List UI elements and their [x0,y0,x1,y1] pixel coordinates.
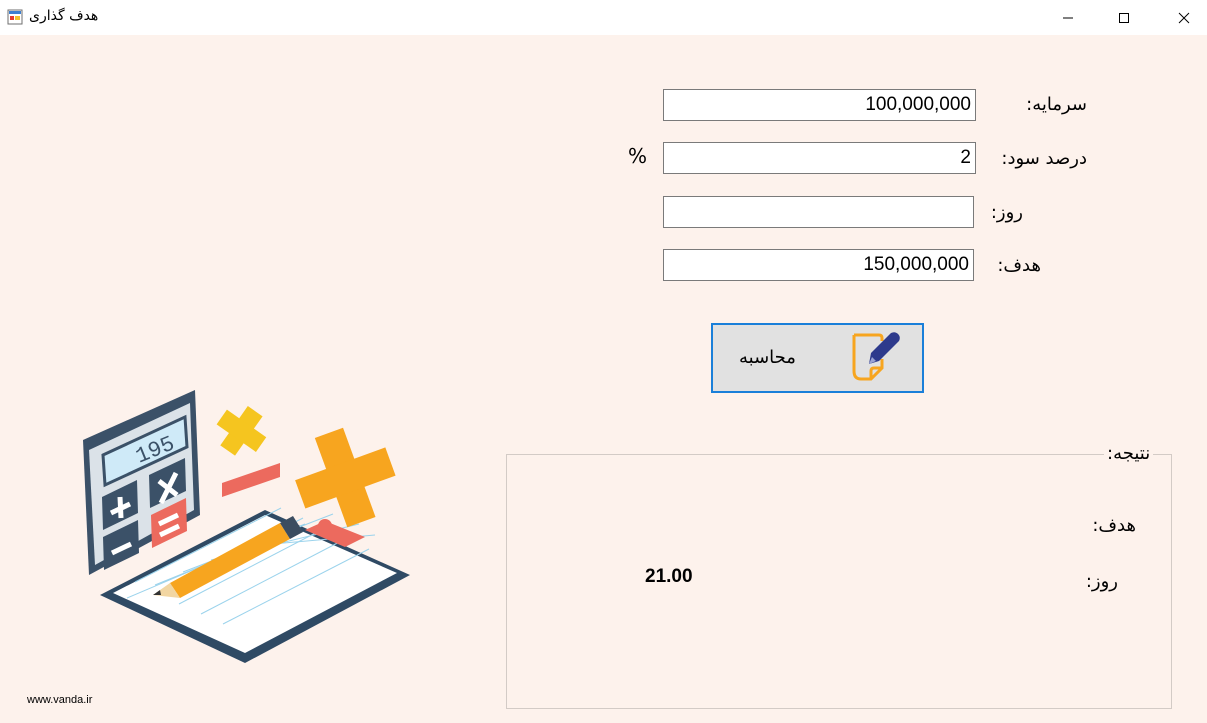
result-group [506,454,1172,709]
result-days-value: 21.00 [645,566,693,587]
minus-icon [222,463,280,497]
result-days-label: روز: [1085,571,1118,592]
calculator-icon: 195 [83,390,200,575]
edit-note-icon [852,332,900,381]
calculate-button[interactable]: محاسبه [711,323,924,393]
capital-input[interactable]: 100,000,000 [663,89,976,121]
capital-label: سرمایه: [1026,94,1087,115]
minimize-button[interactable] [1045,0,1091,35]
close-icon [1178,12,1190,23]
calculator-clipboard-illustration: 195 [83,390,410,663]
profit-percent-label: درصد سود: [1001,148,1087,169]
small-plus-icon [216,405,267,456]
window-title: هدف گذاری [29,8,99,24]
title-bar: هدف گذاری [0,0,1207,35]
result-title: نتیجه: [1104,443,1154,464]
large-plus-icon [295,427,396,528]
minimize-icon [1063,17,1073,18]
maximize-icon [1119,12,1129,23]
days-label: روز: [990,202,1023,223]
maximize-button[interactable] [1101,0,1147,35]
result-goal-label: هدف: [1092,515,1136,536]
website-link[interactable]: www.vanda.ir [27,694,92,706]
goal-label: هدف: [997,255,1041,276]
percent-sign: % [628,144,648,168]
goal-input[interactable]: 150,000,000 [663,249,974,281]
close-button[interactable] [1161,0,1207,35]
profit-percent-input[interactable]: 2 [663,142,976,174]
days-input[interactable] [663,196,974,228]
form-icon [7,9,23,25]
calculate-button-label: محاسبه [739,347,796,368]
